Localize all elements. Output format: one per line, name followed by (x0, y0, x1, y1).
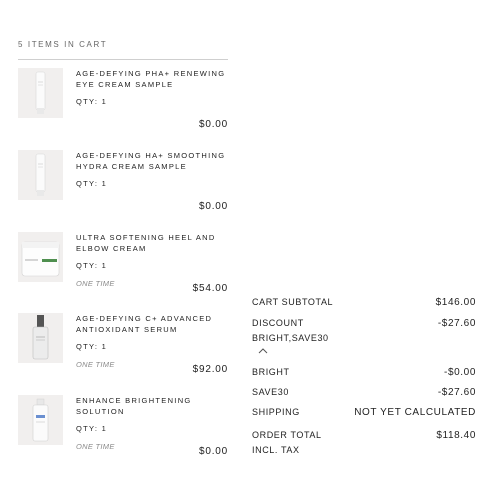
cart-item: ENHANCE BRIGHTENING SOLUTION QTY: 1 ONE … (18, 395, 228, 475)
product-image[interactable] (18, 232, 63, 282)
cart-item: AGE-DEFYING PHA+ RENEWING EYE CREAM SAMP… (18, 68, 228, 148)
item-price: $54.00 (192, 283, 228, 294)
tax-note: INCL. TAX (252, 445, 300, 455)
discount-value: -$27.60 (437, 318, 476, 329)
item-quantity: QTY: 1 (76, 342, 108, 351)
item-quantity: QTY: 1 (76, 97, 108, 106)
subtotal-value: $146.00 (435, 297, 476, 308)
cart-item-count: 5 ITEMS IN CART (18, 40, 228, 60)
product-image[interactable] (18, 313, 63, 363)
product-image[interactable] (18, 395, 63, 445)
item-quantity: QTY: 1 (76, 424, 108, 433)
item-name[interactable]: AGE-DEFYING C+ ADVANCED ANTIOXIDANT SERU… (76, 313, 231, 335)
item-name[interactable]: AGE-DEFYING PHA+ RENEWING EYE CREAM SAMP… (76, 68, 231, 90)
shipping-value: NOT YET CALCULATED (354, 407, 476, 418)
discount-code-value: -$27.60 (437, 387, 476, 398)
eye-cream-tube-icon (35, 71, 46, 114)
cart-item: ULTRA SOFTENING HEEL AND ELBOW CREAM QTY… (18, 232, 228, 312)
discount-label: DISCOUNT (252, 318, 304, 328)
item-name[interactable]: ENHANCE BRIGHTENING SOLUTION (76, 395, 231, 417)
subtotal-label: CART SUBTOTAL (252, 297, 334, 307)
order-total-label: ORDER TOTAL (252, 430, 322, 440)
solution-bottle-icon (32, 398, 49, 442)
chevron-up-icon[interactable] (257, 347, 269, 355)
item-quantity: QTY: 1 (76, 261, 108, 270)
item-price: $92.00 (192, 364, 228, 375)
cream-jar-icon (21, 241, 60, 277)
item-price: $0.00 (198, 446, 228, 457)
discount-codes: BRIGHT,SAVE30 (252, 333, 329, 343)
item-price: $0.00 (198, 201, 228, 212)
item-name[interactable]: ULTRA SOFTENING HEEL AND ELBOW CREAM (76, 232, 231, 254)
item-frequency: ONE TIME (76, 442, 115, 451)
cream-tube-icon (35, 153, 46, 196)
item-frequency: ONE TIME (76, 360, 115, 369)
discount-code-label: BRIGHT (252, 367, 290, 377)
cart-item: AGE-DEFYING HA+ SMOOTHING HYDRA CREAM SA… (18, 150, 228, 230)
serum-bottle-icon (32, 315, 49, 360)
item-quantity: QTY: 1 (76, 179, 108, 188)
discount-code-value: -$0.00 (444, 367, 476, 378)
item-name[interactable]: AGE-DEFYING HA+ SMOOTHING HYDRA CREAM SA… (76, 150, 231, 172)
discount-code-label: SAVE30 (252, 387, 289, 397)
product-image[interactable] (18, 68, 63, 118)
item-frequency: ONE TIME (76, 279, 115, 288)
order-total-value: $118.40 (436, 430, 476, 441)
shipping-label: SHIPPING (252, 407, 300, 417)
cart-item: AGE-DEFYING C+ ADVANCED ANTIOXIDANT SERU… (18, 313, 228, 393)
item-price: $0.00 (198, 119, 228, 130)
product-image[interactable] (18, 150, 63, 200)
